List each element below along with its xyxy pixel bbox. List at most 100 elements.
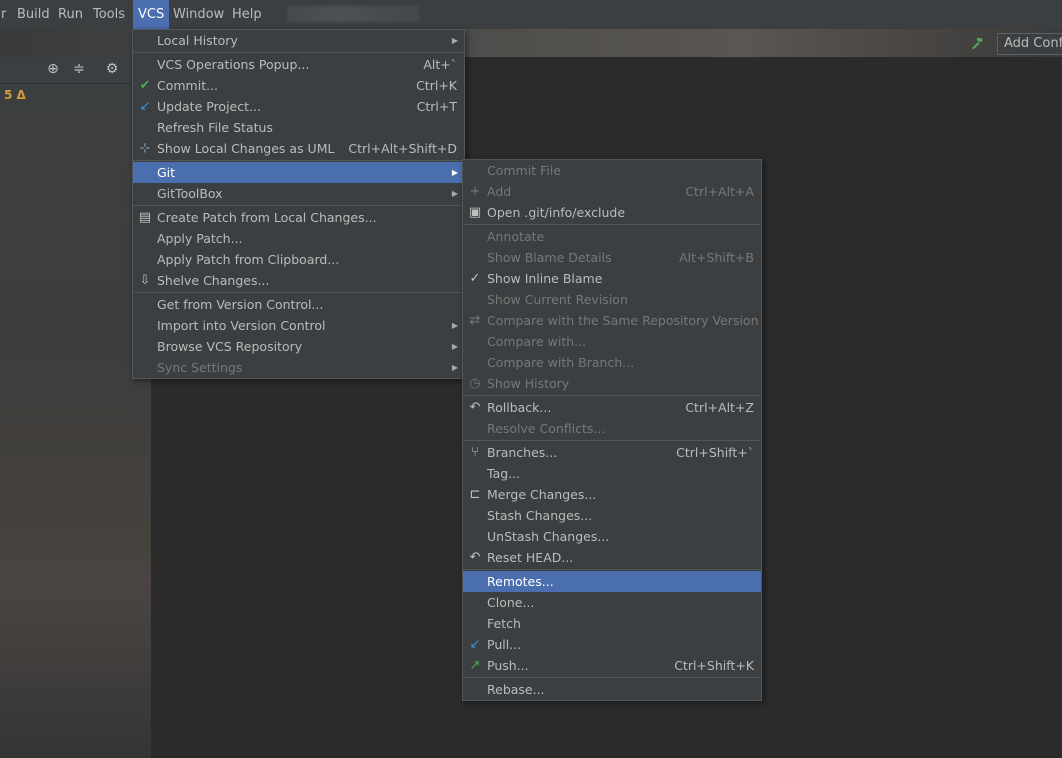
menu-item-annotate[interactable]: Annotate [463,226,761,247]
menu-item-show-current-revision[interactable]: Show Current Revision [463,289,761,310]
menu-item-refresh-file-status[interactable]: Refresh File Status [133,117,464,138]
menu-item-label: Reset HEAD... [487,550,574,565]
menu-item-import-into-vcs[interactable]: Import into Version Control ▶ [133,315,464,336]
window-title-blurred [287,6,419,22]
shortcut-label: Ctrl+Shift+K [674,658,754,673]
checkmark-icon: ✓ [469,271,481,286]
menu-item-apply-patch[interactable]: Apply Patch... [133,228,464,249]
menu-item-label: Commit... [157,78,219,93]
menu-item-label: Branches... [487,445,558,460]
menu-item-get-from-vcs[interactable]: Get from Version Control... [133,294,464,315]
menu-item-label: Create Patch from Local Changes... [157,210,377,225]
menu-item-label: Push... [487,658,529,673]
menu-item-label: Compare with Branch... [487,355,635,370]
menu-item-merge-changes[interactable]: ⊏ Merge Changes... [463,484,761,505]
menu-view-partial[interactable]: r [0,0,11,29]
shortcut-label: Ctrl+Alt+Z [685,400,754,415]
menu-help[interactable]: Help [227,0,267,29]
menu-item-commit-file[interactable]: Commit File [463,160,761,181]
menu-item-compare-with[interactable]: Compare with... [463,331,761,352]
menu-item-apply-patch-clipboard[interactable]: Apply Patch from Clipboard... [133,249,464,270]
menu-item-resolve-conflicts[interactable]: Resolve Conflicts... [463,418,761,439]
menu-item-label: Tag... [487,466,521,481]
locate-icon[interactable]: ⊕ [45,61,61,77]
menu-item-compare-same-repo[interactable]: ⇄ Compare with the Same Repository Versi… [463,310,761,331]
menu-item-rollback[interactable]: ↶ Rollback... Ctrl+Alt+Z [463,397,761,418]
menu-item-local-history[interactable]: Local History ▶ [133,30,464,51]
uml-diagram-icon: ⊹ [139,141,151,156]
menu-item-shelve-changes[interactable]: ⇩ Shelve Changes... [133,270,464,291]
menu-item-unstash-changes[interactable]: UnStash Changes... [463,526,761,547]
menu-item-label: Resolve Conflicts... [487,421,606,436]
add-configuration-button[interactable]: Add Confi [997,33,1062,55]
menu-item-label: Rollback... [487,400,552,415]
menu-item-add[interactable]: + Add Ctrl+Alt+A [463,181,761,202]
menu-item-vcs-operations-popup[interactable]: VCS Operations Popup... Alt+` [133,54,464,75]
checkmark-icon: ✔ [139,78,151,93]
build-hammer-icon[interactable] [969,35,987,51]
menu-item-update-project[interactable]: ↙ Update Project... Ctrl+T [133,96,464,117]
menu-item-label: Stash Changes... [487,508,593,523]
menu-item-label: Rebase... [487,682,545,697]
menu-item-git[interactable]: Git ▶ [133,162,464,183]
menu-item-show-history[interactable]: ◷ Show History [463,373,761,394]
menu-item-reset-head[interactable]: ↶ Reset HEAD... [463,547,761,568]
menu-build[interactable]: Build [12,0,55,29]
menu-item-fetch[interactable]: Fetch [463,613,761,634]
menu-item-label: Import into Version Control [157,318,326,333]
menu-item-label: Show Inline Blame [487,271,603,286]
menu-item-label: Annotate [487,229,545,244]
menu-vcs[interactable]: VCS [133,0,170,29]
separator [463,440,761,441]
menu-run[interactable]: Run [53,0,88,29]
separator [463,569,761,570]
separator [463,395,761,396]
separator [133,292,464,293]
gear-icon[interactable]: ⚙ [104,61,120,77]
menu-item-label: GitToolBox [157,186,223,201]
menu-item-label: Local History [157,33,238,48]
menu-item-label: Get from Version Control... [157,297,324,312]
menu-item-gittoolbox[interactable]: GitToolBox ▶ [133,183,464,204]
shelve-icon: ⇩ [139,273,151,288]
menu-item-remotes[interactable]: Remotes... [463,571,761,592]
separator [463,224,761,225]
menu-item-show-inline-blame[interactable]: ✓ Show Inline Blame [463,268,761,289]
collapse-all-icon[interactable]: ≑ [71,61,87,77]
submenu-arrow-icon: ▶ [451,168,458,177]
change-count-badge: 5 Δ [4,88,26,102]
menu-item-show-local-changes-uml[interactable]: ⊹ Show Local Changes as UML Ctrl+Alt+Shi… [133,138,464,159]
menu-item-label: Fetch [487,616,521,631]
menu-item-browse-vcs-repository[interactable]: Browse VCS Repository ▶ [133,336,464,357]
shortcut-label: Ctrl+T [416,99,457,114]
separator [133,160,464,161]
menu-item-open-git-exclude[interactable]: ▣ Open .git/info/exclude [463,202,761,223]
menu-item-branches[interactable]: ⑂ Branches... Ctrl+Shift+` [463,442,761,463]
separator [463,677,761,678]
shortcut-label: Ctrl+Shift+` [676,445,754,460]
plus-icon: + [469,184,481,199]
shortcut-label: Alt+` [423,57,457,72]
menu-tools[interactable]: Tools [88,0,130,29]
menu-item-pull[interactable]: ↙ Pull... [463,634,761,655]
menu-item-create-patch[interactable]: ▤ Create Patch from Local Changes... [133,207,464,228]
file-lock-icon: ▣ [468,205,482,220]
menu-item-commit[interactable]: ✔ Commit... Ctrl+K [133,75,464,96]
separator [133,205,464,206]
submenu-arrow-icon: ▶ [451,363,458,372]
shortcut-label: Alt+Shift+B [679,250,754,265]
menu-item-compare-with-branch[interactable]: Compare with Branch... [463,352,761,373]
menu-item-label: Pull... [487,637,522,652]
menu-item-push[interactable]: ↗ Push... Ctrl+Shift+K [463,655,761,676]
menu-window[interactable]: Window [168,0,229,29]
menu-item-show-blame-details[interactable]: Show Blame Details Alt+Shift+B [463,247,761,268]
menu-item-stash-changes[interactable]: Stash Changes... [463,505,761,526]
menu-item-label: Remotes... [487,574,554,589]
menu-item-rebase[interactable]: Rebase... [463,679,761,700]
menu-item-sync-settings[interactable]: Sync Settings ▶ [133,357,464,378]
menu-item-label: Compare with... [487,334,587,349]
menu-item-tag[interactable]: Tag... [463,463,761,484]
submenu-arrow-icon: ▶ [451,189,458,198]
menu-item-clone[interactable]: Clone... [463,592,761,613]
menu-item-label: Add [487,184,512,199]
